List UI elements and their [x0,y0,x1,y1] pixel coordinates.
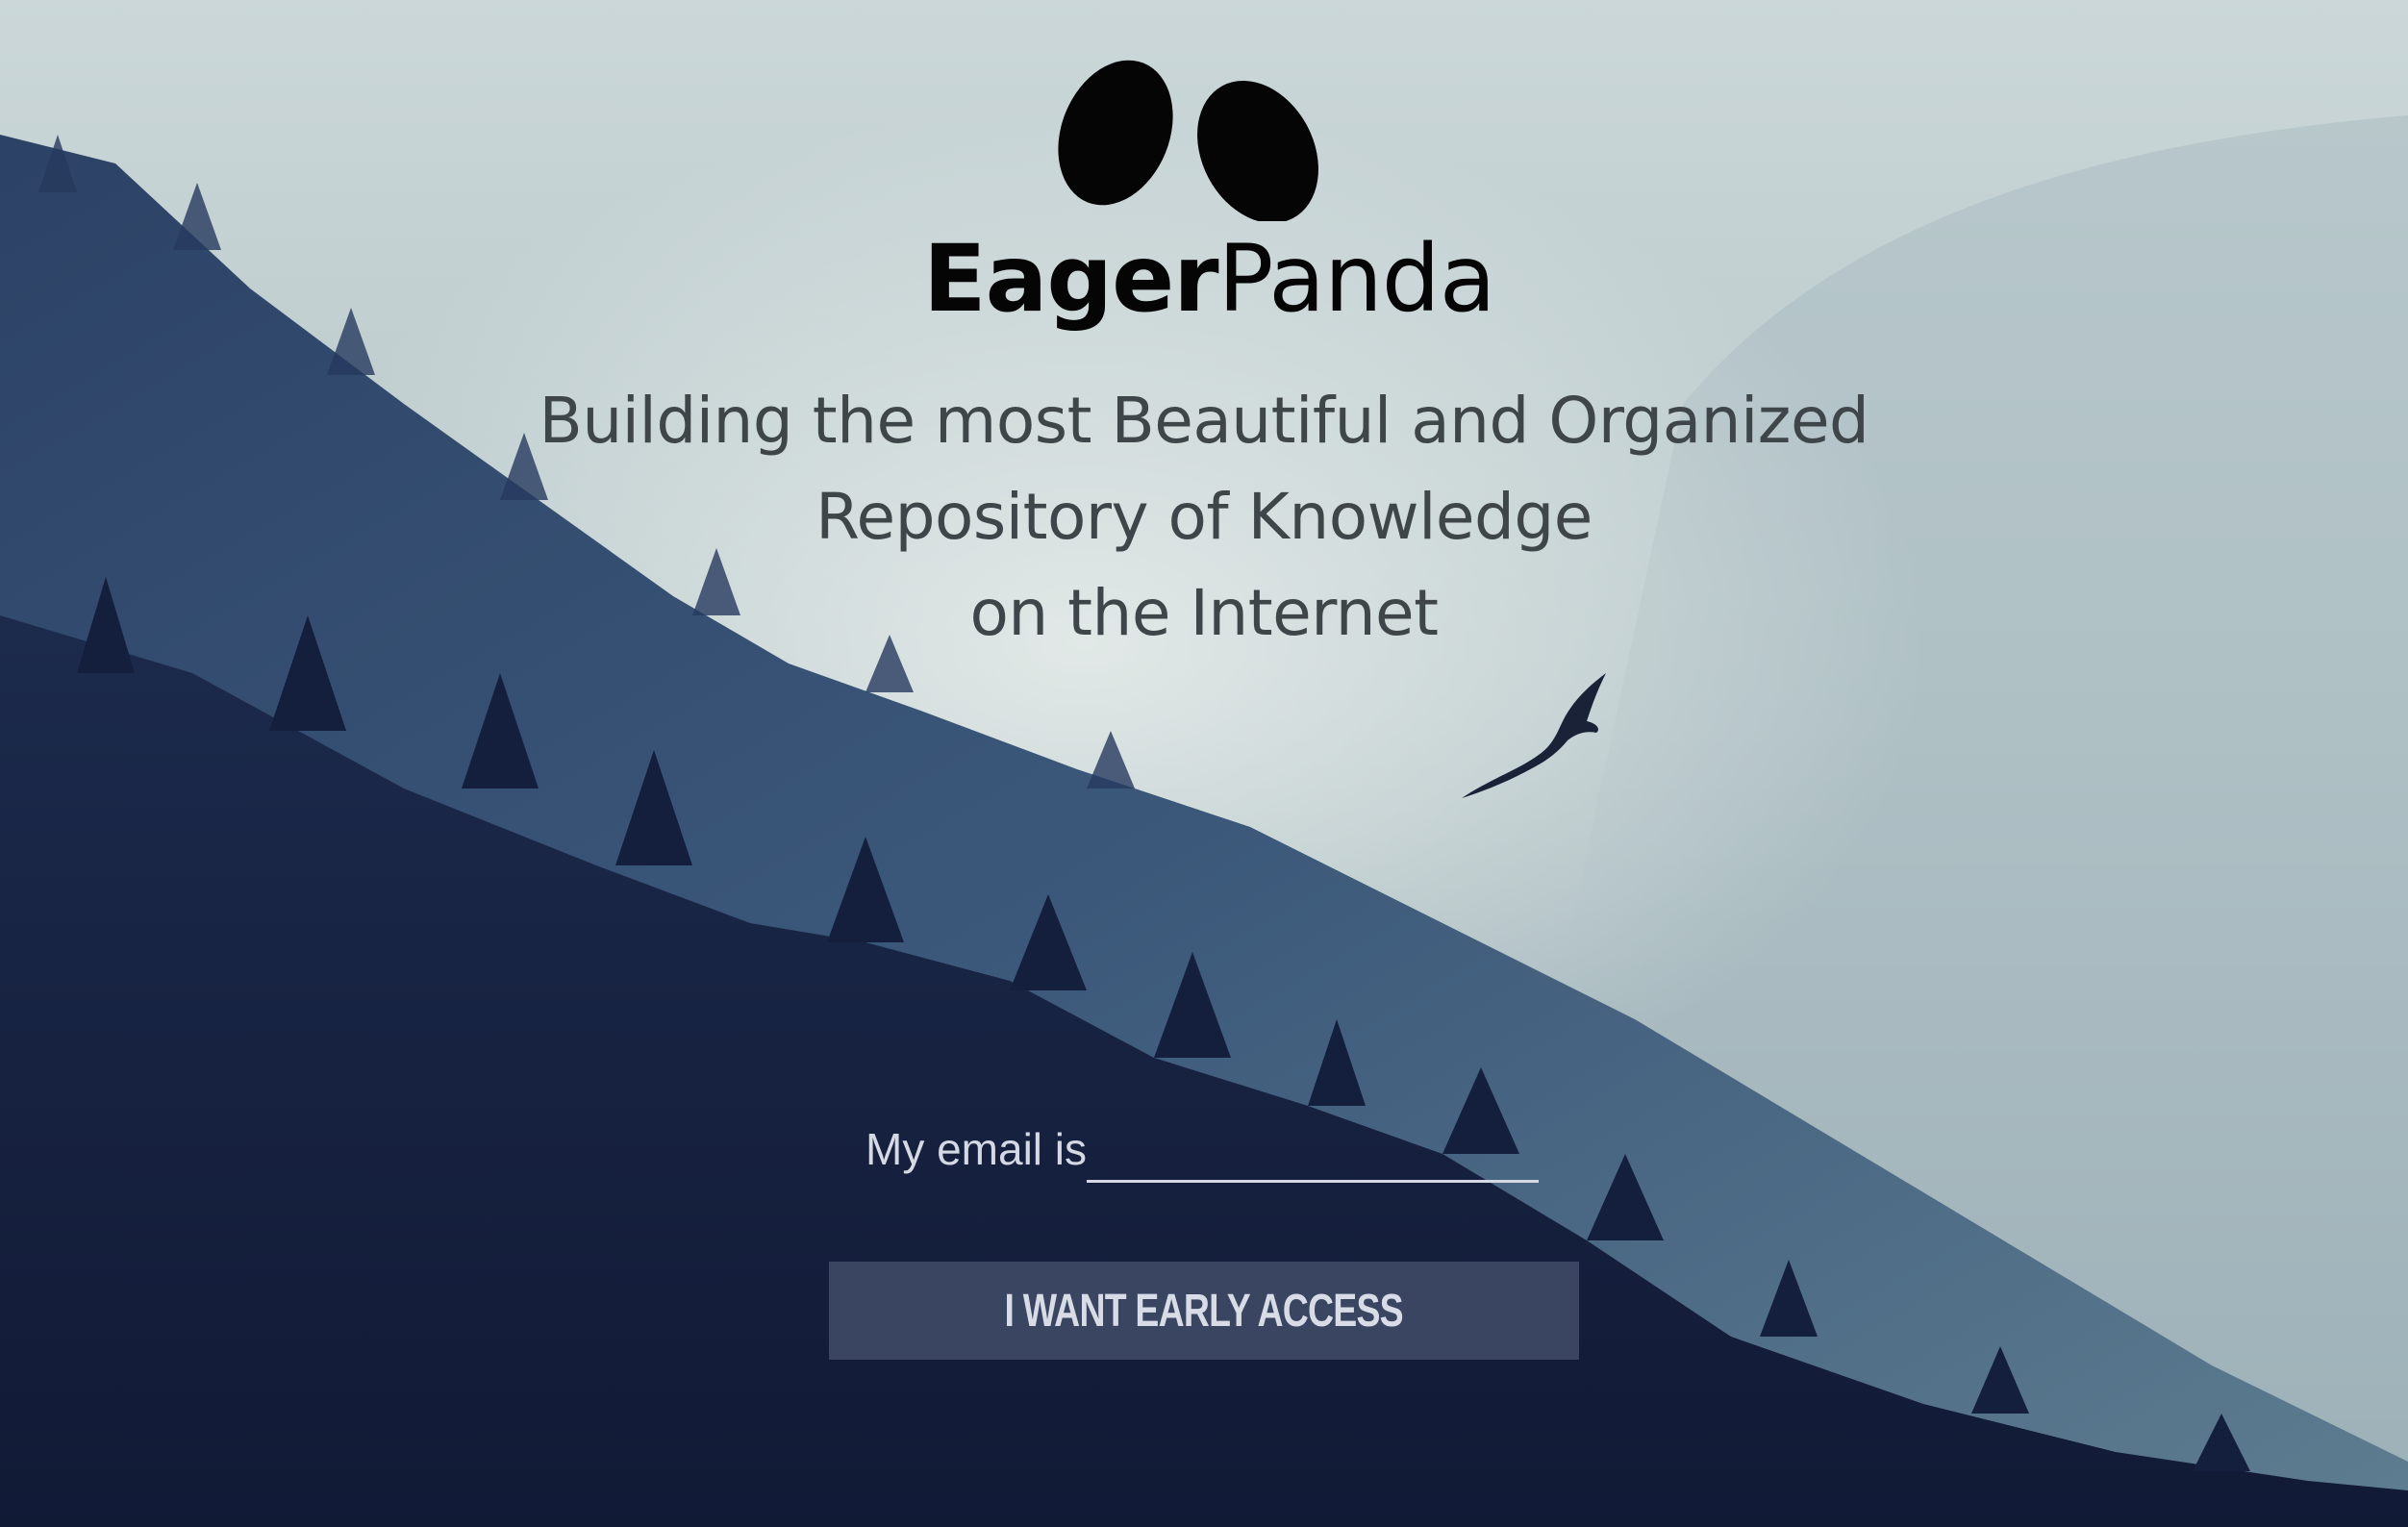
logo-wordmark-eager: Eager [923,225,1219,333]
email-input[interactable] [1087,1115,1539,1183]
landing-page: EagerPanda Building the most Beautiful a… [0,0,2408,1527]
tagline-line-1: Building the most Beautiful and Organize… [539,384,1869,458]
logo-wordmark-panda: Panda [1217,225,1496,333]
email-form: My email is [865,1115,1558,1192]
eagerpanda-logo: EagerPanda [923,29,1496,333]
panda-ears-icon [1058,60,1318,221]
tagline: Building the most Beautiful and Organize… [435,373,1973,662]
early-access-button-label: I WANT EARLY ACCESS [1004,1285,1404,1337]
tagline-line-3: on the Internet [969,576,1439,650]
logo-wordmark: EagerPanda [923,221,1496,337]
tagline-line-2: Repository of Knowledge [815,480,1593,554]
early-access-button[interactable]: I WANT EARLY ACCESS [829,1262,1579,1360]
eagle-icon [1462,673,1606,798]
email-label: My email is [865,1124,1088,1174]
